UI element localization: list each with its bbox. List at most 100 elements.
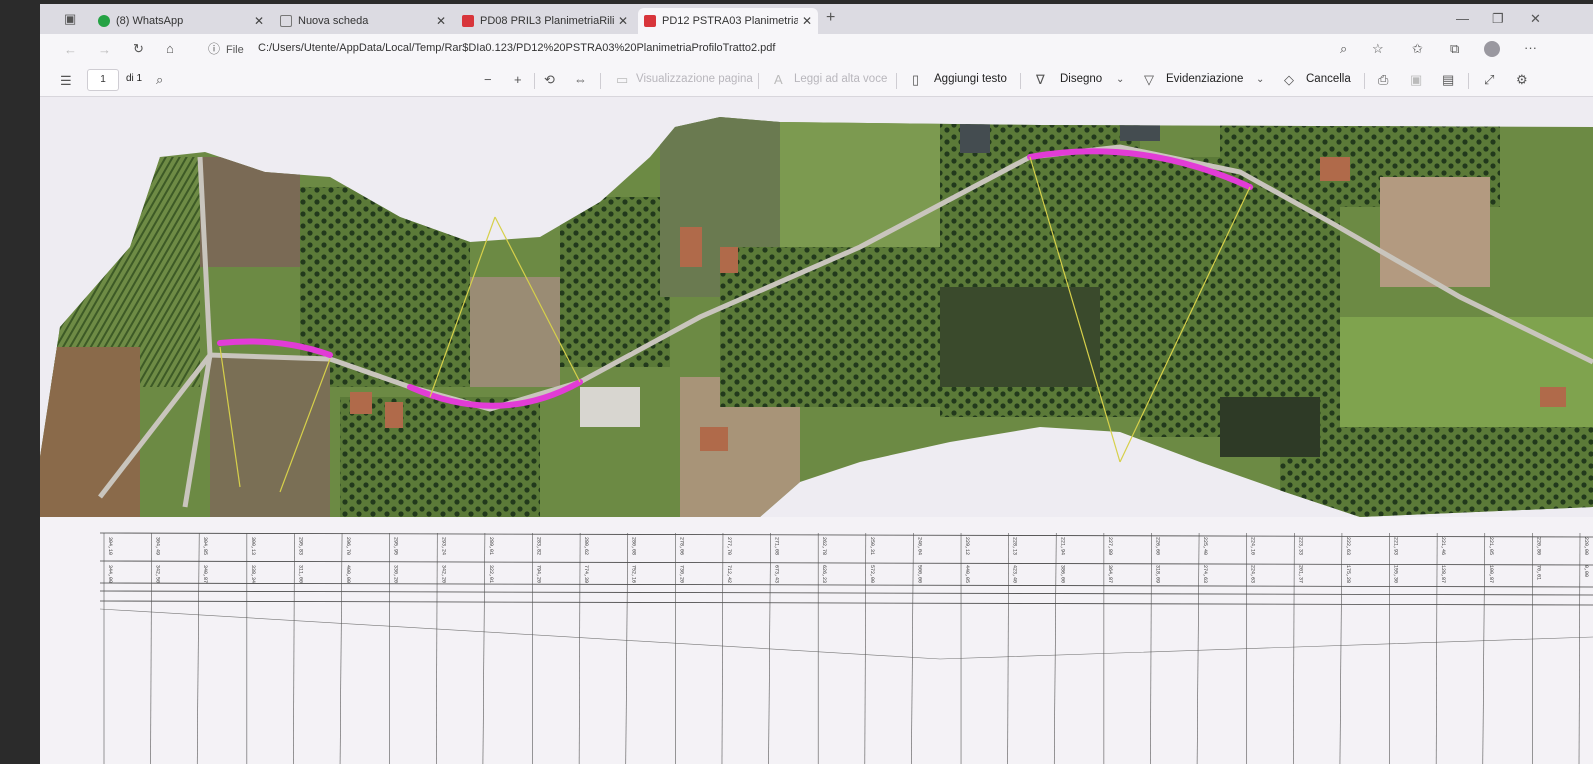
station-elevation-label: 280,62: [583, 537, 589, 555]
maximize-button[interactable]: ❐: [1492, 11, 1504, 27]
draw-icon[interactable]: ∇: [1036, 72, 1045, 88]
station-distance-label: 155,30: [1393, 565, 1399, 583]
station-elevation-label: 304,85: [202, 537, 208, 555]
station-distance-label: 70,01: [1535, 565, 1541, 580]
page-count: di 1: [126, 73, 143, 84]
browser-window: ▣ (8) WhatsApp ✕ Nuova scheda ✕ PD08 PRI…: [40, 4, 1593, 764]
read-aloud-icon[interactable]: A: [774, 72, 783, 88]
rotate-icon[interactable]: ⟲: [544, 72, 555, 88]
station-distance-label: 342,50: [155, 565, 161, 583]
tab-title: PD12 PSTRA03 PlanimetriaProfilo: [662, 15, 798, 27]
station-elevation-label: 222,63: [1345, 537, 1351, 555]
close-window-button[interactable]: ✕: [1530, 11, 1541, 27]
station-elevation-label: 220,00: [1583, 537, 1589, 555]
station-elevation-label: 304,49: [155, 537, 161, 555]
station-distance-label: 330,20: [393, 565, 399, 583]
station-distance-label: 344,00: [107, 565, 113, 583]
zoom-icon[interactable]: ⌕: [1340, 41, 1347, 57]
station-distance-label: 322,01: [488, 565, 494, 583]
save-as-icon[interactable]: ▤: [1442, 72, 1454, 88]
forward-icon[interactable]: →: [98, 42, 111, 58]
draw-button[interactable]: Disegno: [1060, 73, 1102, 85]
station-elevation-label: 240,04: [916, 537, 922, 555]
tab-actions-icon[interactable]: ▣: [64, 11, 76, 27]
chevron-down-icon[interactable]: ⌄: [1256, 72, 1264, 88]
settings-icon[interactable]: ⚙: [1516, 72, 1528, 88]
station-distance-label: 440,05: [964, 565, 970, 583]
station-elevation-label: 277,70: [726, 537, 732, 555]
pdf-toolbar: ☰ 1 di 1 ⌕ − + ⟲ ⇔ ▭ Visualizzazione pag…: [40, 64, 1593, 97]
station-elevation-label: 296,70: [345, 537, 351, 555]
station-elevation-label: 262,78: [821, 537, 827, 555]
fullscreen-icon[interactable]: ⤢: [1484, 72, 1494, 88]
fit-page-icon[interactable]: ⇔: [574, 72, 587, 88]
chevron-down-icon[interactable]: ⌄: [1116, 72, 1124, 88]
station-distance-label: 400,00: [345, 565, 351, 583]
close-icon[interactable]: ✕: [254, 8, 264, 34]
tab-pdf-rilievo[interactable]: PD08 PRIL3 PlanimetriaRilievoTra ✕: [456, 8, 634, 34]
tab-pdf-profilo[interactable]: PD12 PSTRA03 PlanimetriaProfilo ✕: [638, 8, 818, 34]
station-distance-label: 311,00: [297, 565, 303, 583]
pdf-document: 304,10 344,00 304,49 342,50 304,85 340,87 300,…: [40, 97, 1593, 764]
highlight-icon[interactable]: ▽: [1144, 72, 1154, 88]
station-elevation-label: 221,05: [1488, 537, 1494, 555]
station-distance-label: 342,20: [440, 565, 446, 583]
page-view-icon[interactable]: ▭: [616, 72, 628, 88]
favorite-add-icon[interactable]: ☆: [1372, 41, 1384, 57]
menu-icon[interactable]: ···: [1524, 40, 1537, 56]
close-icon[interactable]: ✕: [436, 8, 446, 34]
new-tab-button[interactable]: +: [826, 10, 835, 26]
view-page-button[interactable]: Visualizzazione pagina: [636, 73, 753, 85]
station-elevation-label: 226,60: [1154, 537, 1160, 555]
station-elevation-label: 220,80: [1535, 537, 1541, 555]
station-distance-label: 201,37: [1297, 565, 1303, 583]
pdf-icon: [644, 15, 656, 27]
read-aloud-button[interactable]: Leggi ad alta voce: [794, 73, 887, 85]
station-distance-label: 774,39: [583, 565, 589, 583]
collections-icon[interactable]: ⧉: [1450, 41, 1459, 57]
home-icon[interactable]: ⌂: [166, 41, 174, 57]
back-icon[interactable]: ←: [64, 42, 77, 58]
add-text-button[interactable]: Aggiungi testo: [934, 73, 1007, 85]
info-icon[interactable]: ⓘ: [208, 41, 220, 57]
save-icon[interactable]: ▣: [1410, 72, 1422, 88]
url-field[interactable]: C:/Users/Utente/AppData/Local/Temp/Rar$D…: [258, 42, 775, 54]
tab-title: PD08 PRIL3 PlanimetriaRilievoTra: [480, 15, 614, 27]
close-icon[interactable]: ✕: [618, 8, 628, 34]
station-elevation-label: 221,93: [1393, 537, 1399, 555]
zoom-in-icon[interactable]: +: [514, 72, 522, 88]
file-label: File: [226, 44, 244, 56]
station-distance-label: 340,87: [202, 565, 208, 583]
refresh-icon[interactable]: ↻: [133, 41, 144, 57]
minimize-button[interactable]: —: [1456, 11, 1469, 27]
highlight-button[interactable]: Evidenziazione: [1166, 73, 1243, 85]
search-icon[interactable]: ⌕: [156, 72, 163, 88]
erase-button[interactable]: Cancella: [1306, 73, 1351, 85]
add-text-icon[interactable]: ▯: [912, 72, 919, 88]
print-icon[interactable]: ⎙: [1378, 72, 1388, 88]
station-distance-label: 224,63: [1250, 565, 1256, 583]
tab-title: Nuova scheda: [298, 15, 369, 27]
pdf-icon: [462, 15, 474, 27]
tab-whatsapp[interactable]: (8) WhatsApp ✕: [92, 8, 270, 34]
station-elevation-label: 300,13: [250, 537, 256, 555]
station-distance-label: 730,20: [678, 565, 684, 583]
station-distance-label: 572,00: [869, 565, 875, 583]
tab-new[interactable]: Nuova scheda ✕: [274, 8, 452, 34]
tab-bar: ▣ (8) WhatsApp ✕ Nuova scheda ✕ PD08 PRI…: [40, 4, 1593, 34]
favorites-icon[interactable]: ✩: [1412, 41, 1423, 57]
station-distance-label: 364,87: [1107, 565, 1113, 583]
longitudinal-profile: 304,10 344,00 304,49 342,50 304,85 340,87 300,…: [40, 517, 1593, 764]
avatar[interactable]: [1484, 41, 1500, 57]
zoom-out-icon[interactable]: −: [484, 72, 492, 88]
eraser-icon[interactable]: ◇: [1284, 72, 1294, 88]
station-distance-label: 794,20: [536, 565, 542, 583]
station-distance-label: 274,63: [1202, 565, 1208, 583]
close-icon[interactable]: ✕: [802, 8, 812, 34]
contents-icon[interactable]: ☰: [60, 73, 72, 89]
page-number-input[interactable]: 1: [87, 69, 119, 91]
station-elevation-label: 225,40: [1202, 537, 1208, 555]
station-distance-label: 175,28: [1345, 565, 1351, 583]
station-elevation-label: 278,06: [678, 537, 684, 555]
station-distance-label: 386,00: [1059, 565, 1065, 583]
